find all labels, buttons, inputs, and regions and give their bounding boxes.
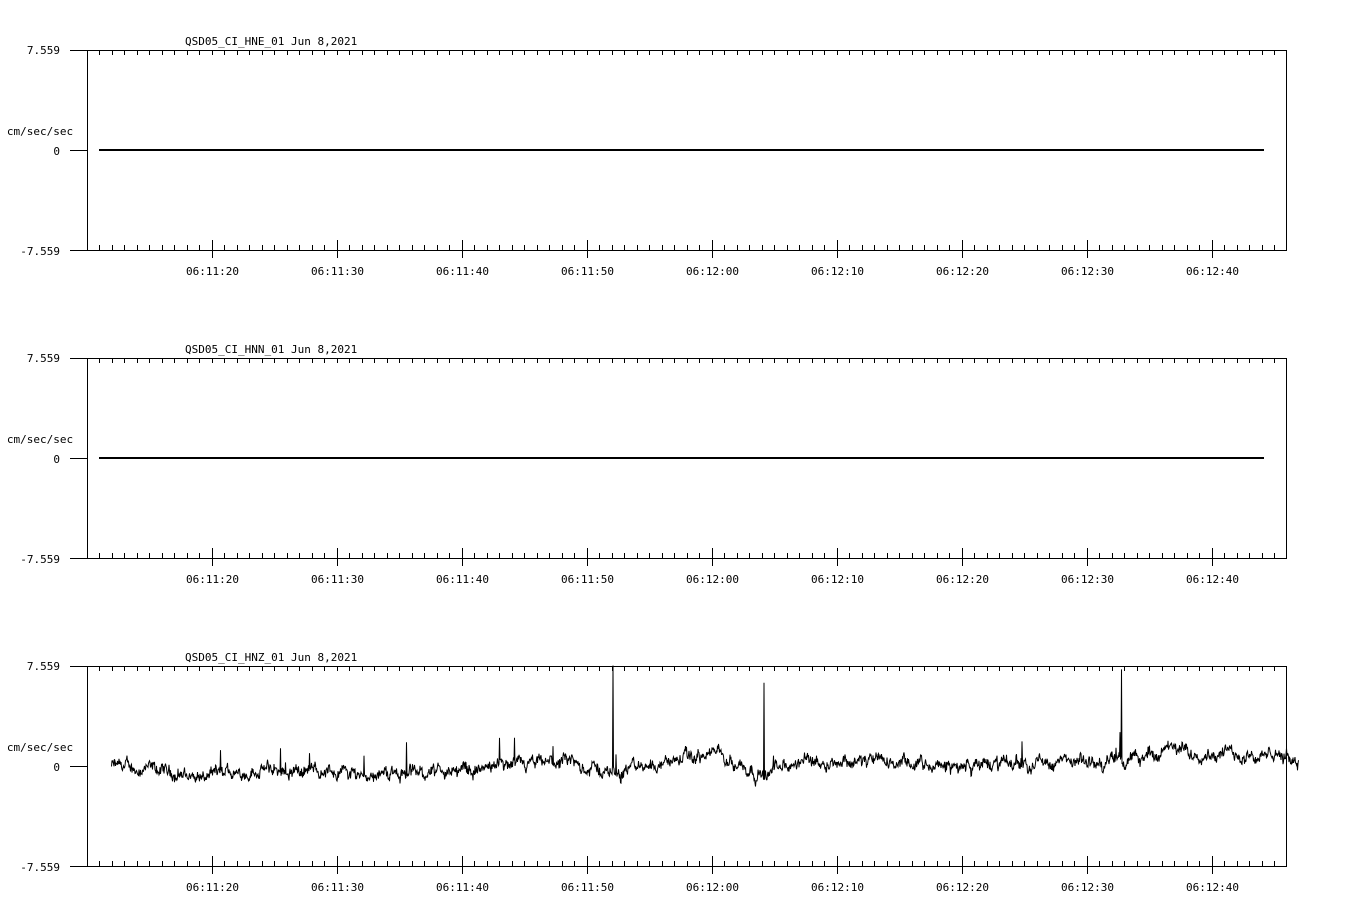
hnz-panel: QSD05_CI_HNZ_01 Jun 8,2021 7.559 0 -7.559 cm… xyxy=(7,651,1299,894)
y-tick-label-min: -7.559 xyxy=(20,553,60,566)
x-tick-label: 06:12:10 xyxy=(811,881,864,894)
x-tick-label: 06:11:20 xyxy=(186,881,239,894)
x-tick-label: 06:12:00 xyxy=(686,881,739,894)
chart-title: QSD05_CI_HNE_01 Jun 8,2021 xyxy=(185,35,357,48)
chart-title: QSD05_CI_HNZ_01 Jun 8,2021 xyxy=(185,651,357,664)
y-axis-label: cm/sec/sec xyxy=(7,741,73,754)
x-tick-label: 06:11:30 xyxy=(311,573,364,586)
x-tick-label: 06:12:20 xyxy=(936,881,989,894)
plot-frame xyxy=(87,666,1287,867)
x-tick-label: 06:11:50 xyxy=(561,265,614,278)
x-tick-label: 06:12:30 xyxy=(1061,265,1114,278)
x-tick-label: 06:11:20 xyxy=(186,573,239,586)
seismogram-figure: QSD05_CI_HNE_01 Jun 8,2021 7.559 0 -7.559 cm… xyxy=(7,35,1299,894)
x-tick-label: 06:12:40 xyxy=(1186,881,1239,894)
x-tick-label: 06:12:00 xyxy=(686,265,739,278)
x-tick-label: 06:12:00 xyxy=(686,573,739,586)
x-tick-label: 06:11:40 xyxy=(436,265,489,278)
hnn-panel: QSD05_CI_HNN_01 Jun 8,2021 7.559 0 -7.559 cm… xyxy=(7,343,1287,586)
x-tick-label: 06:12:20 xyxy=(936,573,989,586)
x-tick-label: 06:12:30 xyxy=(1061,573,1114,586)
x-tick-label: 06:11:50 xyxy=(561,881,614,894)
x-tick-label: 06:12:20 xyxy=(936,265,989,278)
y-tick-label-min: -7.559 xyxy=(20,245,60,258)
x-tick-label: 06:11:30 xyxy=(311,881,364,894)
x-tick-label: 06:12:30 xyxy=(1061,881,1114,894)
y-tick-label-zero: 0 xyxy=(53,145,60,158)
y-axis-label: cm/sec/sec xyxy=(7,433,73,446)
y-tick-label-max: 7.559 xyxy=(27,352,60,365)
x-tick-label: 06:12:10 xyxy=(811,573,864,586)
x-tick-label: 06:12:40 xyxy=(1186,573,1239,586)
chart-title: QSD05_CI_HNN_01 Jun 8,2021 xyxy=(185,343,357,356)
x-tick-label: 06:11:40 xyxy=(436,881,489,894)
x-tick-label: 06:11:30 xyxy=(311,265,364,278)
y-tick-label-max: 7.559 xyxy=(27,44,60,57)
y-axis-label: cm/sec/sec xyxy=(7,125,73,138)
hne-panel: QSD05_CI_HNE_01 Jun 8,2021 7.559 0 -7.559 cm… xyxy=(7,35,1287,278)
x-tick-label: 06:11:40 xyxy=(436,573,489,586)
x-tick-label: 06:12:10 xyxy=(811,265,864,278)
x-tick-label: 06:11:50 xyxy=(561,573,614,586)
y-tick-label-zero: 0 xyxy=(53,453,60,466)
y-tick-label-zero: 0 xyxy=(53,761,60,774)
y-tick-label-max: 7.559 xyxy=(27,660,60,673)
x-tick-label: 06:12:40 xyxy=(1186,265,1239,278)
y-tick-label-min: -7.559 xyxy=(20,861,60,874)
x-tick-label: 06:11:20 xyxy=(186,265,239,278)
signal-trace xyxy=(111,665,1299,787)
